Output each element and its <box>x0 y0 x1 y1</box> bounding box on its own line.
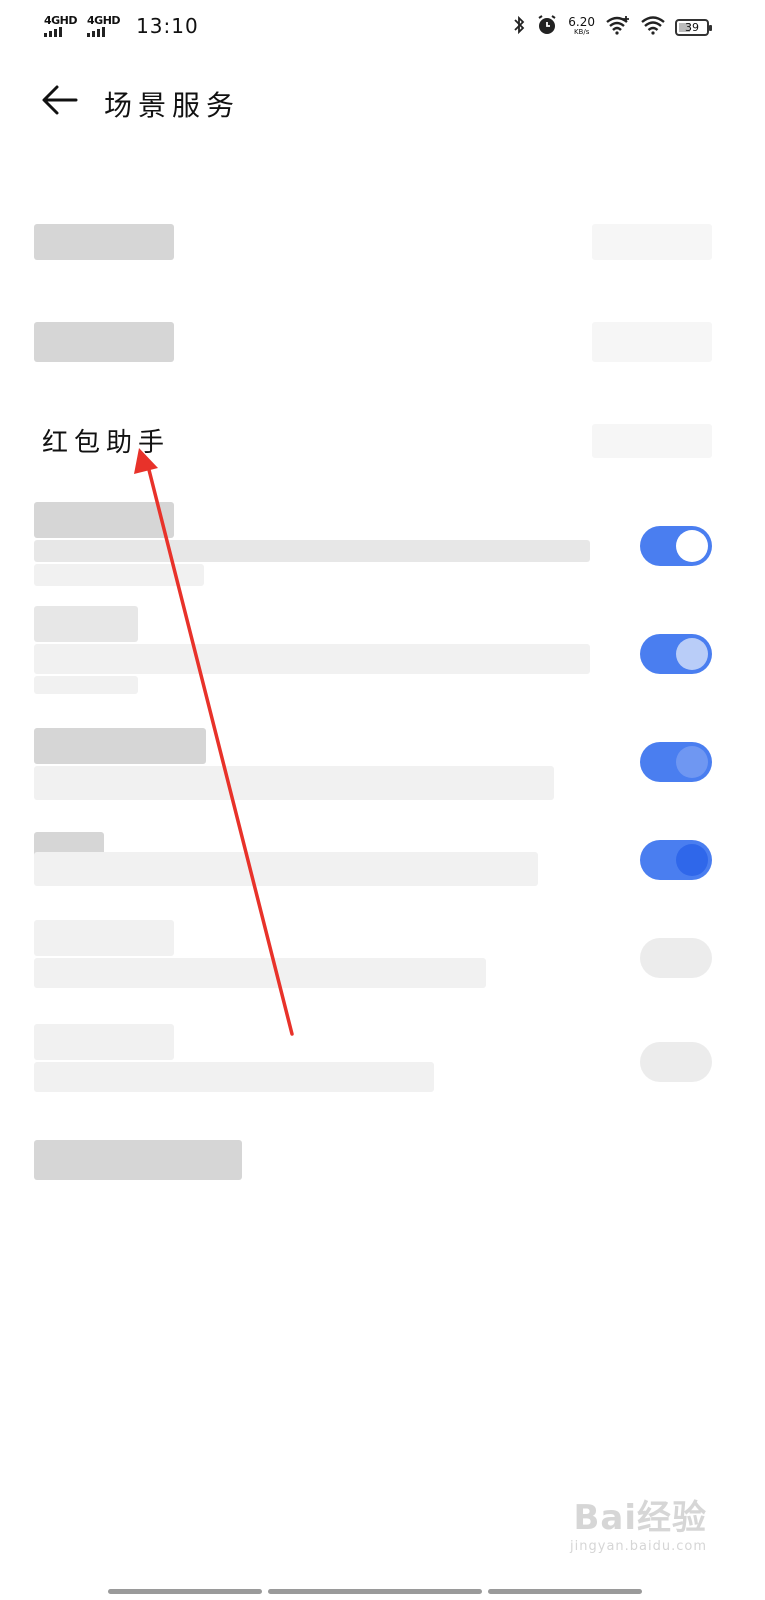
red-packet-assistant-title: 红包助手 <box>42 428 171 458</box>
blurred-description <box>34 1062 434 1092</box>
toggle-switch[interactable] <box>640 634 712 674</box>
list-item[interactable] <box>34 502 712 592</box>
status-bar: 4GHD 4GHD 13:10 6.20 KB/s 39 <box>0 0 765 56</box>
signal-bars-icon <box>87 27 106 37</box>
network-speed-unit: KB/s <box>573 28 590 36</box>
list-item[interactable] <box>34 312 712 364</box>
battery-icon: 39 <box>675 18 712 36</box>
back-button[interactable] <box>40 80 80 120</box>
watermark-site: jingyan.baidu.com <box>570 1539 707 1554</box>
blurred-description <box>34 676 138 694</box>
blurred-value <box>592 322 712 362</box>
blurred-label <box>34 1024 174 1060</box>
list-item[interactable] <box>34 920 712 992</box>
toggle-switch[interactable] <box>640 1042 712 1082</box>
status-left: 4GHD 4GHD 13:10 <box>44 14 199 38</box>
list-item-red-packet-assistant[interactable]: 红包助手 <box>34 422 712 462</box>
toggle-switch[interactable] <box>640 526 712 566</box>
blurred-description <box>34 766 554 800</box>
battery-level: 39 <box>685 20 699 34</box>
alarm-clock-icon <box>536 14 558 40</box>
status-right: 6.20 KB/s 39 <box>512 14 712 40</box>
nav-segment <box>268 1589 482 1594</box>
nav-segment <box>108 1589 262 1594</box>
blurred-description <box>34 644 590 674</box>
blurred-value <box>592 424 712 458</box>
list-item[interactable] <box>34 606 712 696</box>
blurred-label <box>34 728 206 764</box>
wifi-plus-icon <box>605 15 631 39</box>
page-header: 场景服务 <box>0 70 765 130</box>
toggle-switch[interactable] <box>640 742 712 782</box>
gesture-nav-bar[interactable] <box>108 1589 642 1594</box>
bluetooth-icon <box>512 15 526 39</box>
signal-bars-icon <box>44 27 62 37</box>
wifi-icon <box>641 15 665 39</box>
back-arrow-icon <box>42 85 78 115</box>
status-time: 13:10 <box>136 14 199 38</box>
toggle-switch[interactable] <box>640 840 712 880</box>
sim2-label: 4GHD <box>87 14 121 27</box>
page-title: 场景服务 <box>104 89 241 122</box>
toggle-switch[interactable] <box>640 938 712 978</box>
list-item[interactable] <box>34 1024 712 1096</box>
toggle-knob <box>676 844 708 876</box>
blurred-value <box>592 224 712 260</box>
blurred-description <box>34 958 486 988</box>
blurred-description <box>34 564 204 586</box>
list-item[interactable] <box>34 1130 712 1182</box>
sim1-label: 4GHD <box>44 14 78 27</box>
list-item[interactable] <box>34 832 712 888</box>
list-item[interactable] <box>34 728 712 800</box>
blurred-label <box>34 322 174 362</box>
blurred-label <box>34 502 174 538</box>
watermark-logo: Bai经验 <box>573 1498 707 1538</box>
network-speed: 6.20 KB/s <box>568 15 595 37</box>
blurred-description <box>34 540 590 562</box>
blurred-label <box>34 606 138 642</box>
blurred-label <box>34 920 174 956</box>
blurred-label <box>34 224 174 260</box>
watermark: Bai经验 jingyan.baidu.com <box>570 1490 707 1554</box>
toggle-knob <box>676 746 708 778</box>
blurred-label <box>34 1140 242 1180</box>
toggle-knob <box>676 530 708 562</box>
sim1-signal: 4GHD <box>44 14 78 37</box>
nav-segment <box>488 1589 642 1594</box>
blurred-description <box>34 852 538 886</box>
sim2-signal: 4GHD <box>87 14 121 37</box>
toggle-knob <box>676 638 708 670</box>
network-speed-value: 6.20 <box>568 15 595 29</box>
list-item[interactable] <box>34 224 712 264</box>
